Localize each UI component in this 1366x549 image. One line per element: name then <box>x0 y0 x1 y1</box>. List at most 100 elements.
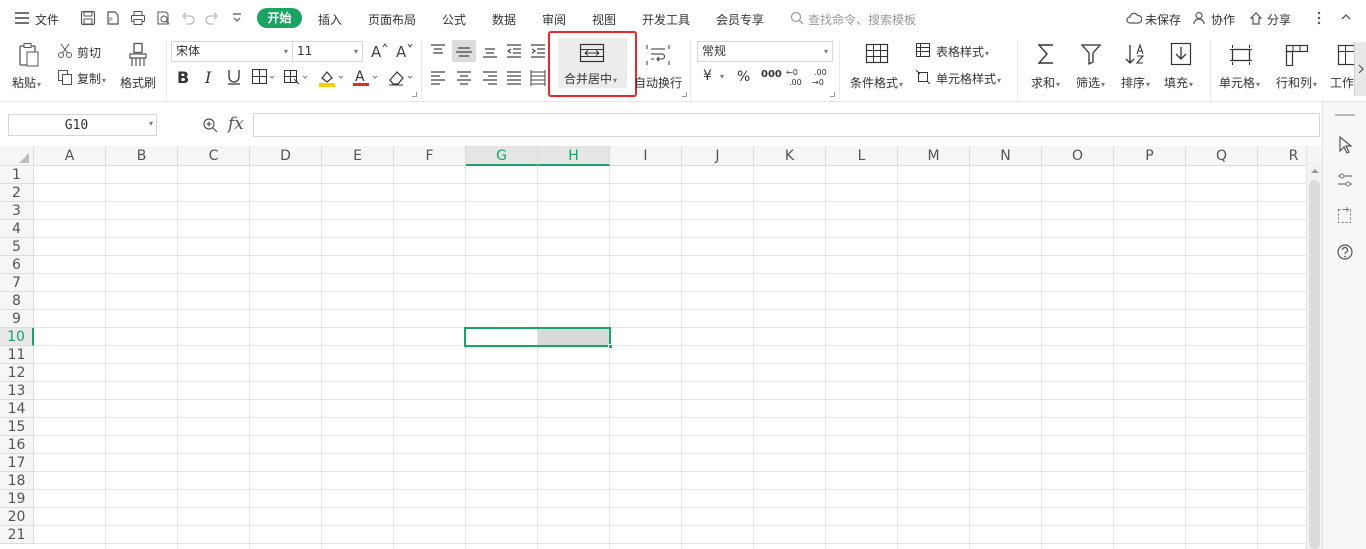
column-header-m[interactable]: M <box>898 146 970 166</box>
pane-collapse-line[interactable] <box>1335 114 1355 116</box>
column-header-r[interactable]: R <box>1258 146 1306 166</box>
settings-sliders-icon[interactable] <box>1336 170 1354 190</box>
column-header-l[interactable]: L <box>826 146 898 166</box>
tab-data[interactable]: 数据 <box>492 11 516 28</box>
tab-view[interactable]: 视图 <box>592 11 616 28</box>
currency-button[interactable]: ¥ ▾ <box>703 68 731 86</box>
increase-indent-icon[interactable] <box>529 42 547 60</box>
decrease-decimal-icon[interactable]: .00 →0 <box>812 67 832 87</box>
clear-format-icon[interactable] <box>387 68 415 88</box>
thousands-separator-button[interactable]: 000 <box>761 69 782 80</box>
zoom-search-icon[interactable] <box>202 117 218 133</box>
file-menu[interactable]: 文件 <box>35 11 59 28</box>
selection-pane-icon[interactable] <box>1336 206 1354 226</box>
column-header-q[interactable]: Q <box>1186 146 1258 166</box>
tab-formulas[interactable]: 公式 <box>442 11 466 28</box>
row-header-1[interactable]: 1 <box>0 166 34 184</box>
print-icon[interactable] <box>130 10 146 26</box>
align-top-icon[interactable] <box>429 42 447 60</box>
font-name-select[interactable]: 宋体 ▾ <box>171 41 293 62</box>
align-left-icon[interactable] <box>429 69 447 87</box>
undo-icon[interactable] <box>180 10 196 26</box>
column-header-k[interactable]: K <box>754 146 826 166</box>
row-header-12[interactable]: 12 <box>0 364 34 382</box>
column-header-o[interactable]: O <box>1042 146 1114 166</box>
row-header-2[interactable]: 2 <box>0 184 34 202</box>
bold-icon[interactable]: B <box>176 68 192 86</box>
align-bottom-icon[interactable] <box>481 42 499 60</box>
column-header-h[interactable]: H <box>538 146 610 166</box>
column-header-c[interactable]: C <box>178 146 250 166</box>
row-header-20[interactable]: 20 <box>0 508 34 526</box>
column-header-j[interactable]: J <box>682 146 754 166</box>
row-header-10[interactable]: 10 <box>0 328 34 346</box>
font-color-icon[interactable]: A <box>352 68 380 88</box>
fill-pattern-icon[interactable] <box>283 68 311 86</box>
paste-button[interactable]: 粘贴▾ <box>8 40 48 98</box>
justify-icon[interactable] <box>505 69 523 87</box>
row-header-5[interactable]: 5 <box>0 238 34 256</box>
row-header-17[interactable]: 17 <box>0 454 34 472</box>
filter-button[interactable]: 筛选▾ <box>1072 40 1112 96</box>
tab-page-layout[interactable]: 页面布局 <box>368 11 416 28</box>
redo-icon[interactable] <box>204 10 220 26</box>
export-pdf-icon[interactable]: P <box>105 10 121 26</box>
border-icon[interactable] <box>251 68 277 86</box>
pointer-icon[interactable] <box>1336 135 1354 155</box>
row-header-11[interactable]: 11 <box>0 346 34 364</box>
format-painter-button[interactable]: 格式刷 <box>116 40 160 98</box>
tab-developer[interactable]: 开发工具 <box>642 11 690 28</box>
sum-button[interactable]: 求和▾ <box>1027 40 1067 96</box>
increase-font-icon[interactable]: A <box>370 42 388 60</box>
fill-color-icon[interactable] <box>318 68 346 88</box>
column-header-p[interactable]: P <box>1114 146 1186 166</box>
scroll-thumb[interactable] <box>1309 180 1320 549</box>
percent-button[interactable]: % <box>737 69 750 85</box>
row-header-6[interactable]: 6 <box>0 256 34 274</box>
align-center-icon[interactable] <box>455 69 473 87</box>
underline-icon[interactable] <box>226 68 242 86</box>
cells-area[interactable] <box>34 166 1306 549</box>
vertical-scrollbar[interactable] <box>1306 162 1322 549</box>
ribbon-scroll-right[interactable] <box>1354 42 1366 96</box>
tab-review[interactable]: 审阅 <box>542 11 566 28</box>
align-middle-icon[interactable] <box>452 40 476 62</box>
column-header-i[interactable]: I <box>610 146 682 166</box>
row-header-13[interactable]: 13 <box>0 382 34 400</box>
tab-member[interactable]: 会员专享 <box>716 11 764 28</box>
selected-range[interactable] <box>464 327 611 347</box>
column-header-e[interactable]: E <box>322 146 394 166</box>
column-header-g[interactable]: G <box>466 146 538 166</box>
select-all-corner[interactable] <box>0 146 34 166</box>
command-search[interactable]: 查找命令、搜索模板 <box>790 9 960 27</box>
hamburger-icon[interactable] <box>15 12 29 24</box>
row-header-16[interactable]: 16 <box>0 436 34 454</box>
column-header-b[interactable]: B <box>106 146 178 166</box>
row-header-15[interactable]: 15 <box>0 418 34 436</box>
column-header-a[interactable]: A <box>34 146 106 166</box>
align-right-icon[interactable] <box>481 69 499 87</box>
fx-label[interactable]: fx <box>228 114 244 134</box>
row-header-9[interactable]: 9 <box>0 310 34 328</box>
copy-button[interactable]: 复制▾ <box>57 69 109 87</box>
cell-style-button[interactable]: 单元格样式▾ <box>915 69 1009 87</box>
row-header-4[interactable]: 4 <box>0 220 34 238</box>
number-dialog-launcher[interactable] <box>830 92 835 97</box>
row-col-button[interactable]: 行和列▾ <box>1273 40 1325 96</box>
row-header-3[interactable]: 3 <box>0 202 34 220</box>
quick-access-dropdown-icon[interactable] <box>231 10 247 26</box>
cut-button[interactable]: 剪切 <box>57 43 105 61</box>
save-icon[interactable] <box>80 10 96 26</box>
decrease-font-icon[interactable]: A <box>395 42 413 60</box>
tab-insert[interactable]: 插入 <box>318 11 342 28</box>
alignment-dialog-launcher[interactable] <box>682 92 687 97</box>
wrap-text-button[interactable]: 自动换行 <box>634 40 684 96</box>
row-header-14[interactable]: 14 <box>0 400 34 418</box>
font-dialog-launcher[interactable] <box>412 92 417 97</box>
conditional-format-button[interactable]: 条件格式▾ <box>847 40 909 96</box>
row-header-18[interactable]: 18 <box>0 472 34 490</box>
number-format-select[interactable]: 常规 ▾ <box>697 41 833 62</box>
distributed-align-icon[interactable] <box>529 69 547 87</box>
fill-handle[interactable] <box>608 344 613 349</box>
table-style-button[interactable]: 表格样式▾ <box>915 42 997 60</box>
